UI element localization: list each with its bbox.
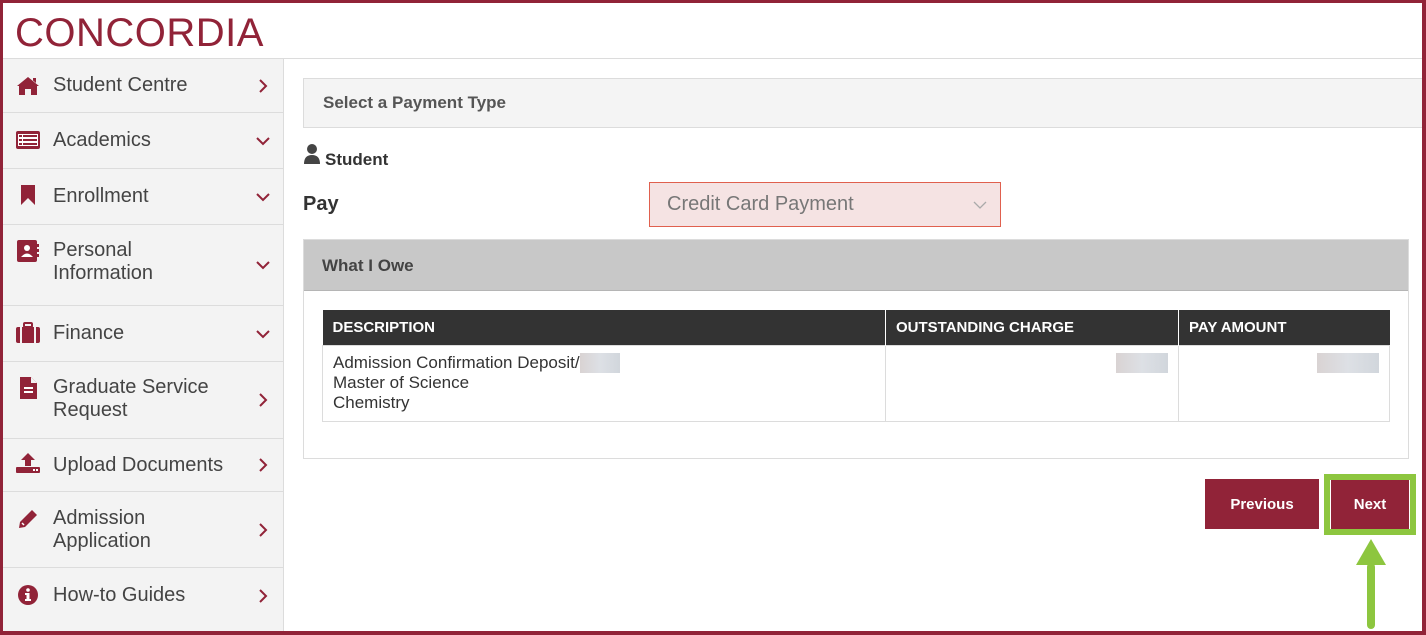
chevron-right-icon — [255, 457, 271, 473]
what-i-owe-title: What I Owe — [322, 256, 414, 275]
sidebar-item-label: Admission Application — [53, 507, 151, 552]
sidebar-item-label: Finance — [53, 322, 125, 344]
sidebar-item-label: Graduate Service Request — [53, 376, 209, 421]
sidebar-item-admission-application[interactable]: Admission Application — [3, 492, 283, 568]
pay-amount-cell — [1178, 344, 1390, 422]
sidebar: Student Centre Academics Enrollment Pers… — [3, 59, 284, 631]
sidebar-item-student-centre[interactable]: Student Centre — [3, 59, 283, 113]
bookmark-icon — [15, 183, 41, 207]
sidebar-item-label: How-to Guides — [53, 584, 186, 606]
sidebar-item-finance[interactable]: Finance — [3, 306, 283, 362]
chevron-down-icon — [255, 257, 271, 273]
sidebar-item-label: Student Centre — [53, 74, 188, 96]
payment-type-title: Select a Payment Type — [323, 93, 506, 112]
payment-type-value: Credit Card Payment — [667, 193, 854, 215]
table-row: Admission Confirmation Deposit/ Master o… — [322, 344, 1390, 422]
column-header-pay-amount: PAY AMOUNT — [1178, 310, 1390, 345]
chevron-down-icon — [960, 201, 1000, 209]
chevron-down-icon — [255, 189, 271, 205]
chevron-right-icon — [255, 392, 271, 408]
home-icon — [15, 74, 41, 98]
sidebar-item-upload-documents[interactable]: Upload Documents — [3, 439, 283, 492]
document-icon — [15, 376, 41, 400]
sidebar-item-graduate-service-request[interactable]: Graduate Service Request — [3, 362, 283, 439]
pencil-icon — [15, 507, 41, 531]
sidebar-item-label: Enrollment — [53, 185, 149, 207]
owe-table: DESCRIPTION OUTSTANDING CHARGE PAY AMOUN… — [322, 310, 1390, 422]
info-icon — [15, 583, 41, 607]
sidebar-item-academics[interactable]: Academics — [3, 113, 283, 169]
description-line: Admission Confirmation Deposit/ — [333, 352, 580, 372]
list-card-icon — [15, 128, 41, 152]
column-header-outstanding-charge: OUTSTANDING CHARGE — [885, 310, 1179, 345]
pointer-arrow-icon — [1356, 539, 1386, 629]
address-book-icon — [15, 239, 41, 263]
outstanding-charge-cell — [885, 344, 1179, 422]
payment-type-header: Select a Payment Type — [303, 78, 1422, 128]
sidebar-item-label: Personal Information — [53, 239, 154, 284]
description-cell: Admission Confirmation Deposit/ Master o… — [322, 344, 886, 422]
sidebar-item-personal-information[interactable]: Personal Information — [3, 225, 283, 306]
user-icon — [303, 143, 321, 170]
student-label: Student — [325, 150, 389, 169]
pay-label: Pay — [303, 193, 339, 215]
redacted-term — [579, 353, 620, 374]
upload-icon — [15, 451, 41, 475]
sidebar-item-how-to-guides[interactable]: How-to Guides — [3, 568, 283, 623]
redacted-amount — [1317, 353, 1379, 374]
chevron-right-icon — [255, 522, 271, 538]
previous-button[interactable]: Previous — [1205, 479, 1319, 529]
sidebar-item-label: Upload Documents — [53, 453, 224, 476]
chevron-right-icon — [255, 588, 271, 604]
main-content: Select a Payment Type Student Pay Credit… — [284, 59, 1422, 631]
description-line: Master of Science — [333, 373, 470, 393]
sidebar-item-label: Academics — [53, 129, 151, 151]
concordia-logo[interactable]: CONCORDIA — [15, 9, 264, 57]
redacted-amount — [1116, 353, 1168, 374]
header: CONCORDIA — [3, 3, 1422, 59]
chevron-down-icon — [255, 133, 271, 149]
student-heading: Student — [303, 143, 388, 170]
chevron-right-icon — [255, 78, 271, 94]
next-button[interactable]: Next — [1331, 479, 1409, 529]
column-header-description: DESCRIPTION — [322, 310, 886, 345]
what-i-owe-header: What I Owe — [304, 240, 1408, 291]
what-i-owe-panel: What I Owe DESCRIPTION OUTSTANDING CHARG… — [303, 239, 1409, 459]
payment-type-select[interactable]: Credit Card Payment — [649, 182, 1001, 227]
description-line: Chemistry — [333, 393, 410, 413]
chevron-down-icon — [255, 326, 271, 342]
sidebar-item-enrollment[interactable]: Enrollment — [3, 169, 283, 225]
briefcase-icon — [15, 321, 41, 345]
